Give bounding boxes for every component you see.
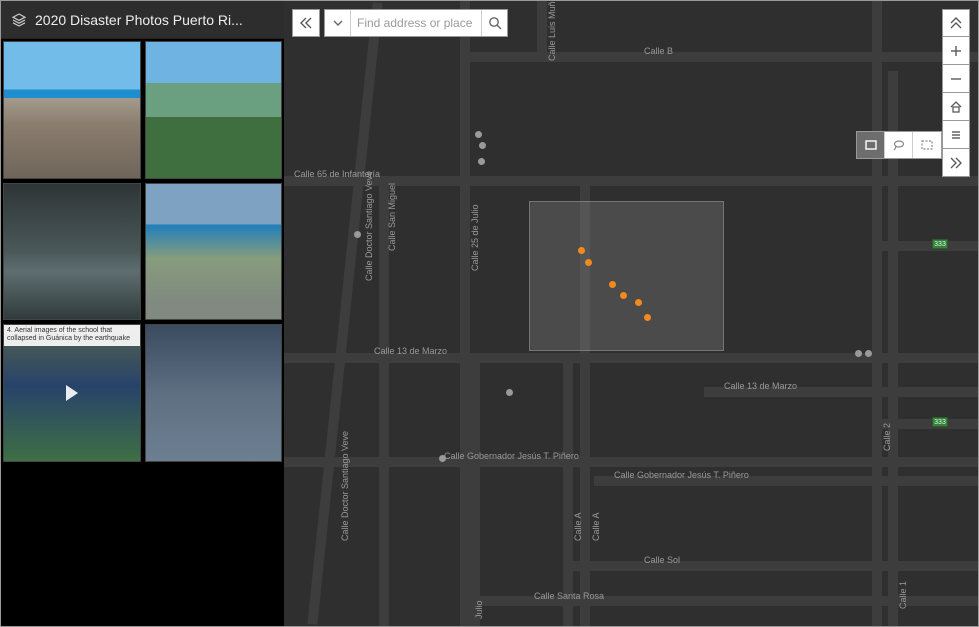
route-marker: 333 (932, 417, 948, 427)
select-rectangle-tool[interactable] (857, 132, 885, 158)
search-icon (488, 16, 502, 30)
select-lasso-tool[interactable] (885, 132, 913, 158)
street-label: Calle 2 (882, 423, 892, 451)
selection-rectangle (529, 201, 724, 351)
photo-placeholder (4, 42, 140, 178)
thumbnail-item[interactable] (145, 41, 283, 179)
list-icon (949, 128, 963, 142)
map-point-selected[interactable] (585, 259, 592, 266)
photo-placeholder (146, 184, 282, 320)
search-bar (292, 9, 508, 37)
map-point[interactable] (855, 350, 862, 357)
photo-placeholder (146, 325, 282, 461)
map-point[interactable] (354, 231, 361, 238)
route-marker: 333 (932, 239, 948, 249)
street-label: Calle 13 de Marzo (724, 381, 797, 391)
minus-icon (949, 72, 963, 86)
street-label: Calle Doctor Santiago Veve (340, 431, 350, 541)
zoom-in-button[interactable] (942, 37, 970, 65)
layers-icon (11, 12, 27, 28)
collapse-panel-button[interactable] (292, 9, 320, 37)
street-label: Calle San Miguel (387, 183, 397, 251)
map-canvas[interactable]: Calle 65 de Infantería Calle 13 de Marzo… (284, 1, 978, 626)
lasso-icon (892, 138, 906, 152)
photo-placeholder (146, 42, 282, 178)
road-line (537, 1, 547, 61)
map-point[interactable] (865, 350, 872, 357)
map-point[interactable] (479, 142, 486, 149)
page-title: 2020 Disaster Photos Puerto Ri... (35, 12, 243, 28)
home-button[interactable] (942, 93, 970, 121)
street-label: Calle Santa Rosa (534, 591, 604, 601)
road-line (470, 361, 480, 626)
clear-selection-tool[interactable] (913, 132, 941, 158)
street-label: Calle B (644, 46, 673, 56)
street-label: Calle Gobernador Jesús T. Piñero (444, 451, 579, 461)
street-label: Calle A (573, 512, 583, 541)
street-label: Calle Luis Muñoz Rivera (547, 1, 557, 61)
thumbnail-item[interactable] (145, 183, 283, 321)
street-label: Calle Gobernador Jesús T. Piñero (614, 470, 749, 480)
play-icon (66, 385, 78, 401)
map-point-selected[interactable] (578, 247, 585, 254)
map-toolbar (942, 9, 970, 177)
road-line (563, 361, 573, 626)
search-box (324, 9, 508, 37)
sidebar: 2020 Disaster Photos Puerto Ri... 4. Aer… (1, 1, 284, 626)
thumbnail-item[interactable] (3, 183, 141, 321)
home-icon (949, 100, 963, 114)
list-button[interactable] (942, 121, 970, 149)
street-label: Calle A (591, 512, 601, 541)
clear-icon (920, 138, 934, 152)
map-point-selected[interactable] (609, 281, 616, 288)
street-label: Calle 13 de Marzo (374, 346, 447, 356)
street-label: Calle 25 de Julio (470, 204, 480, 271)
street-label: Calle Doctor Santiago Veve (364, 171, 374, 281)
search-input[interactable] (351, 10, 481, 36)
rectangle-icon (864, 138, 878, 152)
zoom-full-extent-button[interactable] (942, 9, 970, 37)
map-point-selected[interactable] (644, 314, 651, 321)
thumbnail-item[interactable]: 4. Aerial images of the school that coll… (3, 324, 141, 462)
map-point-selected[interactable] (635, 299, 642, 306)
search-scope-dropdown[interactable] (325, 10, 351, 36)
plus-icon (949, 44, 963, 58)
map-point[interactable] (475, 131, 482, 138)
zoom-out-button[interactable] (942, 65, 970, 93)
chevron-double-up-icon (949, 16, 963, 30)
thumbnail-item[interactable] (145, 324, 283, 462)
chevron-double-right-icon (949, 156, 963, 170)
map-point-selected[interactable] (620, 292, 627, 299)
app-header: 2020 Disaster Photos Puerto Ri... (1, 1, 284, 39)
photo-placeholder (4, 184, 140, 320)
street-label: Julio (474, 600, 484, 619)
search-submit-button[interactable] (481, 10, 507, 36)
road-line (872, 1, 882, 626)
street-label: Calle 1 (898, 581, 908, 609)
thumbnail-grid: 4. Aerial images of the school that coll… (1, 39, 284, 626)
map-point[interactable] (506, 389, 513, 396)
street-label: Calle Sol (644, 555, 680, 565)
map-point[interactable] (478, 158, 485, 165)
road-line (460, 1, 470, 626)
road-line (564, 561, 978, 571)
chevron-down-icon (333, 18, 343, 28)
thumbnail-item[interactable] (3, 41, 141, 179)
selection-toolbar (856, 131, 942, 159)
expand-tools-button[interactable] (942, 149, 970, 177)
thumbnail-caption: 4. Aerial images of the school that coll… (4, 325, 140, 346)
map-point[interactable] (439, 455, 446, 462)
chevron-double-left-icon (299, 16, 313, 30)
